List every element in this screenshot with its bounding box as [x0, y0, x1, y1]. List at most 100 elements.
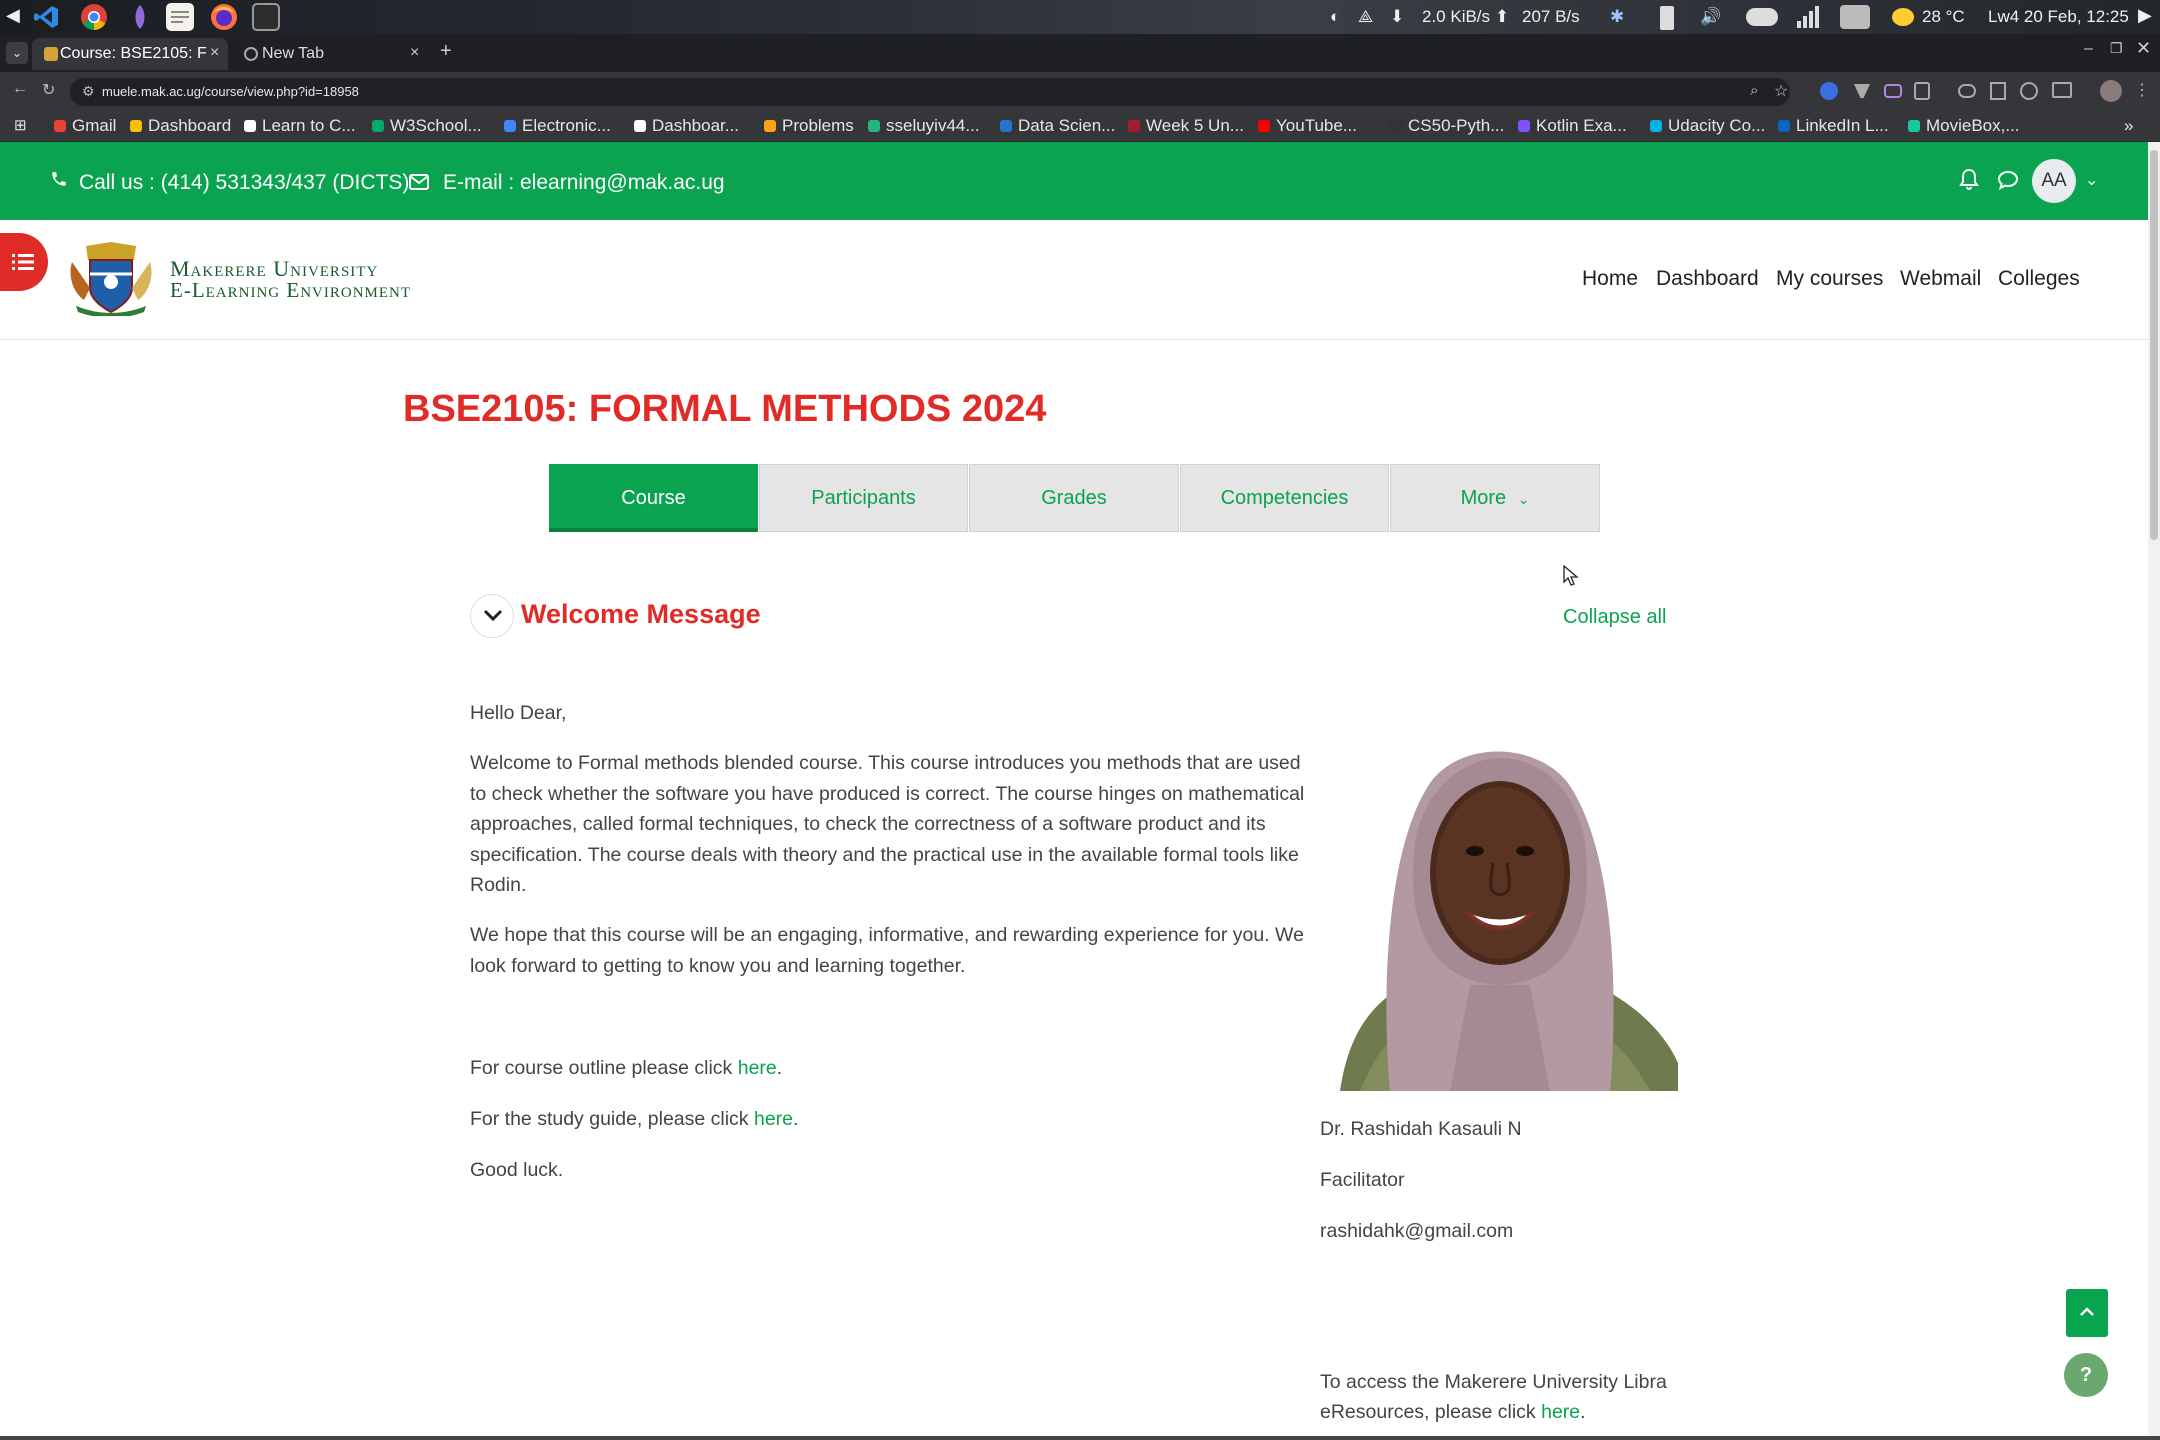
notifications-bell-icon[interactable]: [1959, 168, 1979, 195]
bookmark-item[interactable]: Dashboard: [130, 116, 231, 136]
tab-new-tab[interactable]: New Tab ×: [232, 38, 428, 70]
bluetooth-icon[interactable]: ✱: [1610, 7, 1624, 27]
study-guide-link[interactable]: here: [754, 1108, 793, 1130]
password-key-icon[interactable]: [1958, 84, 1976, 98]
bookmark-item[interactable]: Kotlin Exa...: [1518, 116, 1627, 136]
bookmark-item[interactable]: Learn to C...: [244, 116, 356, 136]
bookmark-item[interactable]: YouTube...: [1258, 116, 1357, 136]
bookmark-item[interactable]: Dashboar...: [634, 116, 739, 136]
chrome-icon[interactable]: [80, 3, 108, 31]
library-line-1: To access the Makerere University Libra: [1320, 1371, 1667, 1393]
restore-icon[interactable]: ❐: [2110, 40, 2123, 57]
minimize-icon[interactable]: –: [2084, 40, 2093, 58]
text-editor-icon[interactable]: [166, 3, 194, 31]
extension-2-icon[interactable]: [1884, 84, 1902, 98]
user-avatar[interactable]: AA: [2032, 159, 2076, 203]
bookmark-label: sseluyiv44...: [886, 116, 980, 135]
page-title: BSE2105: FORMAL METHODS 2024: [403, 388, 1047, 430]
bookmark-item[interactable]: LinkedIn L...: [1778, 116, 1889, 136]
side-panel-icon[interactable]: [2052, 82, 2072, 98]
tab-more[interactable]: More ⌄: [1390, 464, 1600, 532]
messages-chat-icon[interactable]: [1997, 170, 2019, 195]
makerere-crest-logo[interactable]: [66, 240, 156, 318]
battery-icon[interactable]: [1660, 6, 1674, 30]
zoom-icon[interactable]: ⌕: [1750, 82, 1758, 99]
app-launcher-icon[interactable]: [126, 3, 154, 31]
nav-my-courses[interactable]: My courses: [1776, 267, 1883, 291]
tab-course[interactable]: Course: BSE2105: F ×: [32, 38, 228, 70]
terminal-icon[interactable]: [252, 3, 280, 31]
tab-grades[interactable]: Grades: [969, 464, 1179, 532]
tab-course-nav[interactable]: Course: [549, 464, 758, 532]
new-tab-button[interactable]: +: [440, 40, 452, 63]
upload-speed-icon: ⬆: [1495, 7, 1510, 26]
nav-colleges[interactable]: Colleges: [1998, 267, 2080, 291]
course-outline-link[interactable]: here: [738, 1057, 777, 1079]
history-icon[interactable]: [2020, 82, 2038, 100]
reading-list-icon[interactable]: [1990, 82, 2006, 100]
system-monitor-icon[interactable]: [1840, 5, 1870, 29]
bookmark-item[interactable]: W3School...: [372, 116, 482, 136]
tab-close-icon[interactable]: ×: [410, 44, 419, 62]
extensions-puzzle-icon[interactable]: [1914, 82, 1930, 100]
user-menu-chevron-down-icon[interactable]: ⌄: [2085, 170, 2098, 190]
collapse-all-link[interactable]: Collapse all: [1563, 606, 1666, 629]
tab-new-tab-title: New Tab: [262, 45, 324, 62]
bookmark-label: LinkedIn L...: [1796, 116, 1889, 135]
panel-arrow-left-icon[interactable]: ◀: [6, 5, 20, 26]
bookmark-item[interactable]: Gmail: [54, 116, 116, 136]
weather-icon: [1892, 8, 1914, 26]
apps-grid-icon[interactable]: ⊞: [14, 116, 27, 134]
bookmark-item[interactable]: Problems: [764, 116, 854, 136]
back-to-top-button[interactable]: [2066, 1289, 2108, 1337]
bookmark-favicon-icon: [504, 120, 516, 132]
firefox-icon[interactable]: [210, 3, 238, 31]
bookmark-item[interactable]: Udacity Co...: [1650, 116, 1765, 136]
profile-avatar-icon[interactable]: [2100, 80, 2122, 102]
url-field[interactable]: ⚙ muele.mak.ac.ug/course/view.php?id=189…: [70, 78, 1790, 106]
temperature[interactable]: 28 °C: [1922, 7, 1965, 27]
nav-webmail[interactable]: Webmail: [1900, 267, 1981, 291]
bookmark-favicon-icon: [372, 120, 384, 132]
reload-icon[interactable]: ↻: [42, 80, 55, 100]
tab-participants[interactable]: Participants: [759, 464, 968, 532]
page-scrollbar-thumb[interactable]: [2150, 150, 2158, 540]
chevron-up-icon: [2080, 1307, 2094, 1316]
chevron-down-icon: [483, 609, 503, 622]
tab-search-icon[interactable]: ⌄: [6, 42, 28, 64]
section-collapse-toggle[interactable]: [470, 594, 514, 638]
bookmark-star-icon[interactable]: ☆: [1774, 81, 1788, 101]
bookmark-item[interactable]: MovieBox,...: [1908, 116, 2020, 136]
help-button[interactable]: ?: [2064, 1353, 2108, 1397]
extension-1-icon[interactable]: [1820, 82, 1838, 100]
closing-text: Good luck.: [470, 1159, 564, 1181]
tab-competencies[interactable]: Competencies: [1180, 464, 1389, 532]
bookmark-item[interactable]: sseluyiv44...: [868, 116, 980, 136]
vscode-icon[interactable]: [32, 3, 60, 31]
bookmark-favicon-icon: [1390, 120, 1402, 132]
bookmarks-overflow-icon[interactable]: »: [2124, 116, 2133, 136]
back-icon[interactable]: ←: [12, 80, 28, 98]
facilitator-photo: [1320, 723, 1678, 1091]
intro-paragraph: Welcome to Formal methods blended course…: [470, 752, 1305, 896]
bookmark-item[interactable]: CS50-Pyth...: [1390, 116, 1504, 136]
bookmark-item[interactable]: Week 5 Un...: [1128, 116, 1244, 136]
panel-arrow-right-icon[interactable]: ▶: [2138, 5, 2152, 26]
cloud-icon[interactable]: [1746, 8, 1778, 26]
close-window-icon[interactable]: ✕: [2136, 38, 2151, 59]
section-title[interactable]: Welcome Message: [521, 599, 761, 630]
download-speed-icon: ⬇: [1390, 7, 1405, 26]
tab-close-icon[interactable]: ×: [210, 44, 219, 62]
contact-email[interactable]: E-mail : elearning@mak.ac.ug: [443, 171, 725, 195]
library-link[interactable]: here: [1541, 1401, 1580, 1423]
bookmark-item[interactable]: Electronic...: [504, 116, 611, 136]
site-info-icon[interactable]: ⚙: [82, 83, 95, 100]
library-text: eResources, please click: [1320, 1401, 1542, 1423]
nav-dashboard[interactable]: Dashboard: [1656, 267, 1759, 291]
clock[interactable]: Lw4 20 Feb, 12:25: [1988, 7, 2129, 27]
signal-icon[interactable]: [1796, 6, 1820, 28]
volume-icon[interactable]: 🔊: [1700, 7, 1721, 27]
browser-menu-icon[interactable]: ⋮: [2134, 80, 2150, 100]
nav-home[interactable]: Home: [1582, 267, 1638, 291]
bookmark-item[interactable]: Data Scien...: [1000, 116, 1115, 136]
